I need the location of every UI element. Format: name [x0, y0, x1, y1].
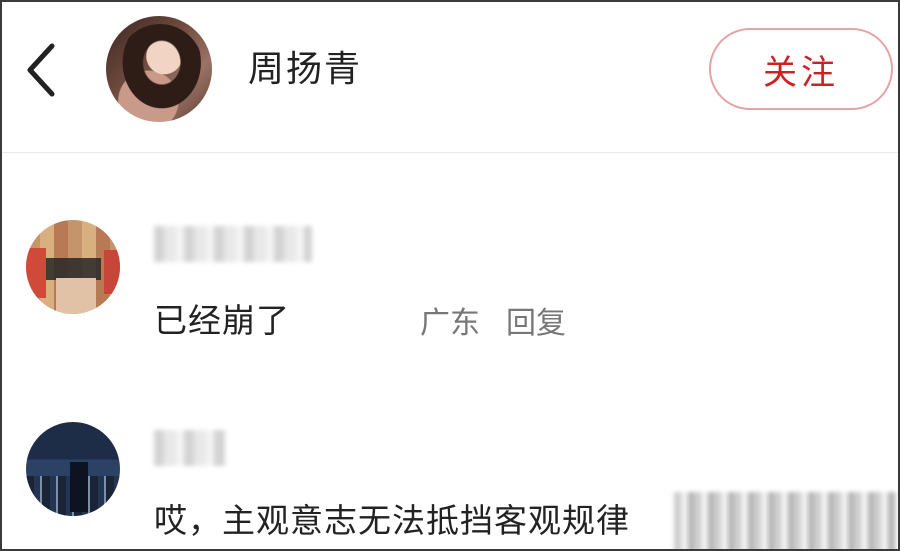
header-divider [2, 152, 898, 153]
reply-button[interactable]: 回复 [506, 298, 566, 342]
commenter-avatar[interactable] [26, 422, 120, 516]
profile-name[interactable]: 周扬青 [248, 40, 362, 92]
comment-text: 哎，主观意志无法抵挡客观规律 [154, 501, 630, 540]
commenter-name-blurred [154, 226, 312, 262]
profile-header: 周扬青 关注 [2, 2, 898, 150]
commenter-name-blurred [154, 430, 226, 466]
profile-avatar[interactable] [106, 16, 212, 122]
commenter-avatar[interactable] [26, 220, 120, 314]
comment-item: 已经崩了 广东 回复 [2, 208, 898, 348]
weibo-comment-screen: 周扬青 关注 已经崩了 广东 回复 哎，主观意志无法抵挡客观规律 [0, 0, 900, 551]
comment-location: 广东 [420, 306, 480, 341]
comment-text: 已经崩了 [154, 301, 290, 340]
follow-button[interactable]: 关注 [709, 28, 893, 110]
chevron-left-icon [27, 43, 55, 97]
watermark-blurred [674, 492, 896, 549]
back-button[interactable] [20, 40, 62, 100]
